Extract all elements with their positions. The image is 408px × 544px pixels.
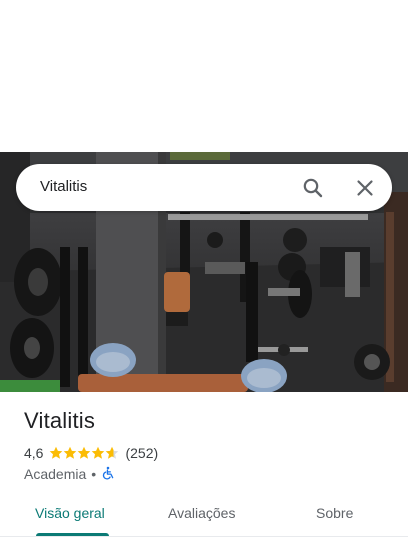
tab-overview[interactable]: Visão geral [35, 505, 105, 521]
close-icon[interactable] [353, 176, 377, 200]
star-icon [78, 446, 91, 459]
star-icon [106, 446, 119, 459]
category-label[interactable]: Academia [24, 466, 86, 482]
star-icon [50, 446, 63, 459]
rating-value: 4,6 [24, 445, 44, 461]
separator-dot: • [91, 466, 97, 482]
category-row: Academia • [24, 465, 115, 483]
place-title: Vitalitis [24, 408, 96, 433]
tab-about[interactable]: Sobre [316, 505, 353, 521]
active-tab-indicator [36, 533, 109, 536]
search-bar[interactable]: Vitalitis [16, 164, 392, 211]
blank-area [0, 0, 408, 152]
tab-reviews[interactable]: Avaliações [168, 505, 235, 521]
star-icon [92, 446, 105, 459]
review-count[interactable]: (252) [125, 445, 158, 461]
tab-bar: Visão geral Avaliações Sobre [0, 492, 408, 537]
search-input[interactable]: Vitalitis [40, 178, 87, 195]
wheelchair-icon [101, 466, 115, 483]
star-icon [64, 446, 77, 459]
search-icon[interactable] [301, 176, 325, 200]
rating-row[interactable]: 4,6 (252) [24, 444, 158, 462]
star-rating [49, 446, 119, 460]
